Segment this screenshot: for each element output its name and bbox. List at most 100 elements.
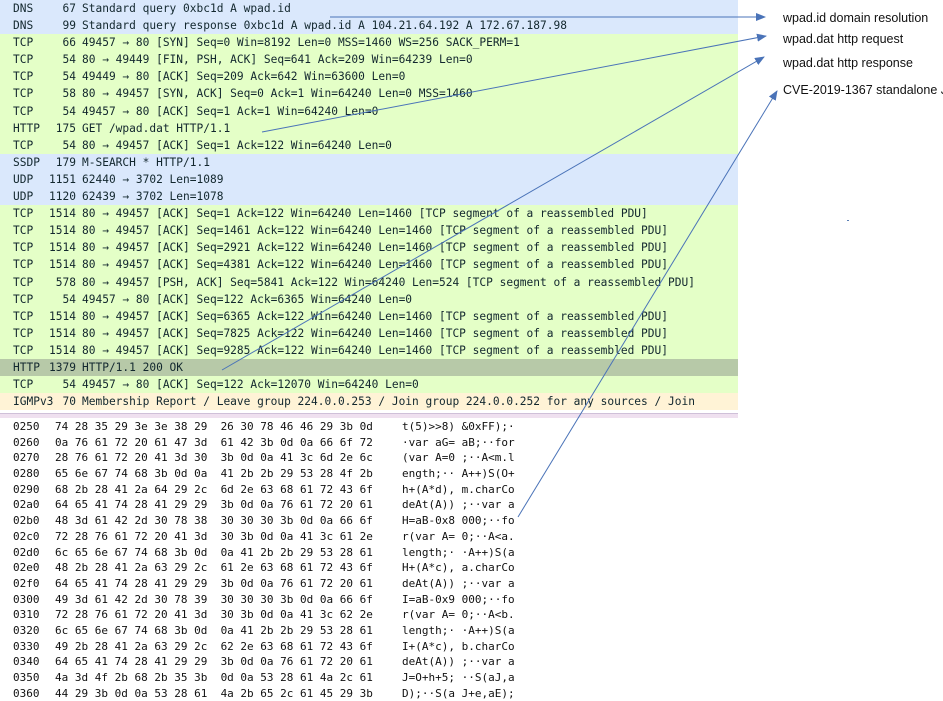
hex-ascii: h+(A*d), m.charCo bbox=[402, 482, 515, 496]
hex-row[interactable]: 0250 74 28 35 29 3e 3e 38 29 26 30 78 46 … bbox=[0, 419, 738, 435]
packet-protocol: TCP bbox=[13, 241, 34, 255]
packet-row[interactable]: DNS 99 Standard query response 0xbc1d A wp… bbox=[0, 17, 738, 35]
packet-row[interactable]: TCP 54 49457 → 80 [ACK] Seq=122 Ack=12070 … bbox=[0, 376, 738, 394]
packet-length: 1514 bbox=[49, 241, 76, 255]
hex-ascii: r(var A= 0;··A<b. bbox=[402, 608, 515, 622]
hex-row[interactable]: 0300 49 3d 61 42 2d 30 78 39 30 30 30 3b … bbox=[0, 592, 738, 608]
packet-protocol: HTTP bbox=[13, 360, 40, 374]
packet-row[interactable]: SSDP 179 M-SEARCH * HTTP/1.1 bbox=[0, 153, 738, 171]
packet-length: 58 bbox=[62, 87, 76, 101]
packet-length: 179 bbox=[55, 155, 76, 169]
packet-row[interactable]: IGMPv3 70 Membership Report / Leave group … bbox=[0, 393, 738, 411]
packet-row[interactable]: HTTP 1379 HTTP/1.1 200 OK bbox=[0, 358, 738, 377]
packet-info: 80 → 49457 [ACK] Seq=6365 Ack=122 Win=64… bbox=[82, 309, 668, 323]
annotation-http-request: wpad.dat http request bbox=[783, 32, 904, 46]
hex-row[interactable]: 0330 49 2b 28 41 2a 63 29 2c 62 2e 63 68 … bbox=[0, 639, 738, 655]
packet-row[interactable]: TCP 1514 80 → 49457 [ACK] Seq=1 Ack=122 Wi… bbox=[0, 205, 738, 223]
packet-length: 1514 bbox=[49, 343, 76, 357]
packet-length: 1514 bbox=[49, 224, 76, 238]
hex-row[interactable]: 0340 64 65 41 74 28 41 29 29 3b 0d 0a 76 … bbox=[0, 654, 738, 670]
packet-protocol: TCP bbox=[13, 326, 34, 340]
packet-row[interactable]: UDP 1151 62440 → 3702 Len=1089 bbox=[0, 170, 738, 189]
hex-offset: 0320 bbox=[13, 623, 40, 637]
packet-row[interactable]: TCP 54 80 → 49457 [ACK] Seq=1 Ack=122 Win=… bbox=[0, 136, 738, 154]
packet-info: 49457 → 80 [ACK] Seq=122 Ack=6365 Win=64… bbox=[82, 292, 413, 306]
packet-protocol: TCP bbox=[13, 53, 34, 67]
packet-row[interactable]: TCP 578 80 → 49457 [PSH, ACK] Seq=5841 Ack… bbox=[0, 273, 738, 291]
packet-info: GET /wpad.dat HTTP/1.1 bbox=[82, 121, 231, 135]
packet-protocol: TCP bbox=[13, 343, 34, 357]
packet-info: 80 → 49457 [ACK] Seq=1 Ack=122 Win=64240… bbox=[82, 138, 392, 152]
annotation-dns-resolution: wpad.id domain resolution bbox=[783, 11, 929, 25]
hex-row[interactable]: 02d0 6c 65 6e 67 74 68 3b 0d 0a 41 2b 2b … bbox=[0, 545, 738, 561]
packet-row[interactable]: TCP 54 80 → 49449 [FIN, PSH, ACK] Seq=641 … bbox=[0, 51, 738, 69]
packet-info: HTTP/1.1 200 OK bbox=[82, 360, 184, 374]
hex-row[interactable]: 0320 6c 65 6e 67 74 68 3b 0d 0a 41 2b 2b … bbox=[0, 623, 738, 639]
packet-row[interactable]: TCP 1514 80 → 49457 [ACK] Seq=4381 Ack=122… bbox=[0, 256, 738, 274]
packet-protocol: IGMPv3 bbox=[13, 395, 54, 409]
hex-row[interactable]: 0280 65 6e 67 74 68 3b 0d 0a 41 2b 2b 29 … bbox=[0, 466, 738, 482]
hex-bytes: 49 3d 61 42 2d 30 78 39 30 30 30 3b 0d 0… bbox=[55, 592, 373, 606]
hex-bytes: 64 65 41 74 28 41 29 29 3b 0d 0a 76 61 7… bbox=[55, 655, 373, 669]
hex-row[interactable]: 02c0 72 28 76 61 72 20 41 3d 30 3b 0d 0a … bbox=[0, 529, 738, 545]
packet-row[interactable]: TCP 1514 80 → 49457 [ACK] Seq=1461 Ack=122… bbox=[0, 222, 738, 240]
packet-list: DNS 67 Standard query 0xbc1d A wpad.id DNS 9… bbox=[0, 0, 738, 411]
packet-row[interactable]: TCP 54 49449 → 80 [ACK] Seq=209 Ack=642 Wi… bbox=[0, 68, 738, 86]
packet-protocol: TCP bbox=[13, 87, 34, 101]
hex-bytes: 6c 65 6e 67 74 68 3b 0d 0a 41 2b 2b 29 5… bbox=[55, 623, 373, 637]
packet-row[interactable]: TCP 54 49457 → 80 [ACK] Seq=1 Ack=1 Win=64… bbox=[0, 102, 738, 120]
packet-row[interactable]: TCP 1514 80 → 49457 [ACK] Seq=2921 Ack=122… bbox=[0, 239, 738, 257]
packet-row[interactable]: DNS 67 Standard query 0xbc1d A wpad.id bbox=[0, 0, 738, 18]
hex-row[interactable]: 0360 44 29 3b 0d 0a 53 28 61 4a 2b 65 2c … bbox=[0, 686, 738, 701]
packet-protocol: TCP bbox=[13, 378, 34, 392]
packet-info: 80 → 49457 [SYN, ACK] Seq=0 Ack=1 Win=64… bbox=[82, 87, 473, 101]
packet-info: Standard query 0xbc1d A wpad.id bbox=[82, 2, 291, 15]
packet-length: 54 bbox=[62, 104, 76, 118]
packet-protocol: SSDP bbox=[13, 155, 40, 169]
packet-info: 80 → 49457 [ACK] Seq=1 Ack=122 Win=64240… bbox=[82, 207, 648, 221]
hex-row[interactable]: 02a0 64 65 41 74 28 41 29 29 3b 0d 0a 76 … bbox=[0, 497, 738, 513]
packet-row[interactable]: TCP 58 80 → 49457 [SYN, ACK] Seq=0 Ack=1 W… bbox=[0, 85, 738, 103]
hex-row[interactable]: 02e0 48 2b 28 41 2a 63 29 2c 61 2e 63 68 … bbox=[0, 560, 738, 576]
hex-row[interactable]: 02b0 48 3d 61 42 2d 30 78 38 30 30 30 3b … bbox=[0, 513, 738, 529]
packet-length: 54 bbox=[62, 70, 76, 84]
hex-row[interactable]: 0260 0a 76 61 72 20 61 47 3d 61 42 3b 0d … bbox=[0, 435, 738, 451]
hex-row[interactable]: 0270 28 76 61 72 20 41 3d 30 3b 0d 0a 41 … bbox=[0, 450, 738, 466]
hex-ascii: length;· ·A++)S(a bbox=[402, 623, 515, 637]
packet-row[interactable]: UDP 1120 62439 → 3702 Len=1078 bbox=[0, 188, 738, 206]
packet-row[interactable]: TCP 1514 80 → 49457 [ACK] Seq=9285 Ack=122… bbox=[0, 341, 738, 359]
packet-protocol: UDP bbox=[13, 190, 34, 204]
packet-info: 80 → 49457 [ACK] Seq=2921 Ack=122 Win=64… bbox=[82, 241, 668, 255]
hex-row[interactable]: 0310 72 28 76 61 72 20 41 3d 30 3b 0d 0a … bbox=[0, 607, 738, 623]
packet-protocol: TCP bbox=[13, 292, 34, 306]
annotation-standalone-js: CVE-2019-1367 standalone JS bbox=[783, 83, 943, 97]
packet-info: 80 → 49457 [ACK] Seq=1461 Ack=122 Win=64… bbox=[82, 224, 668, 238]
packet-length: 1151 bbox=[49, 172, 76, 186]
pane-splitter[interactable] bbox=[0, 413, 738, 418]
packet-info: 80 → 49457 [ACK] Seq=7825 Ack=122 Win=64… bbox=[82, 326, 668, 340]
hex-offset: 0270 bbox=[13, 451, 40, 465]
packet-protocol: TCP bbox=[13, 138, 34, 152]
hex-offset: 0330 bbox=[13, 639, 40, 653]
packet-row[interactable]: HTTP 175 GET /wpad.dat HTTP/1.1 bbox=[0, 119, 738, 137]
packet-length: 1120 bbox=[49, 190, 76, 204]
packet-length: 1514 bbox=[49, 207, 76, 221]
stray-dot bbox=[847, 220, 849, 221]
hex-row[interactable]: 02f0 64 65 41 74 28 41 29 29 3b 0d 0a 76 … bbox=[0, 576, 738, 592]
packet-length: 67 bbox=[62, 2, 76, 15]
packet-info: 62440 → 3702 Len=1089 bbox=[82, 172, 224, 186]
hex-bytes: 64 65 41 74 28 41 29 29 3b 0d 0a 76 61 7… bbox=[55, 576, 373, 590]
hex-ascii: deAt(A)) ;··var a bbox=[402, 576, 515, 590]
packet-row[interactable]: TCP 1514 80 → 49457 [ACK] Seq=7825 Ack=122… bbox=[0, 324, 738, 342]
hex-bytes: 68 2b 28 41 2a 64 29 2c 6d 2e 63 68 61 7… bbox=[55, 482, 373, 496]
hex-row[interactable]: 0290 68 2b 28 41 2a 64 29 2c 6d 2e 63 68 … bbox=[0, 482, 738, 498]
hex-row[interactable]: 0350 4a 3d 4f 2b 68 2b 35 3b 0d 0a 53 28 … bbox=[0, 670, 738, 686]
packet-row[interactable]: TCP 66 49457 → 80 [SYN] Seq=0 Win=8192 Len… bbox=[0, 34, 738, 52]
packet-length: 54 bbox=[62, 53, 76, 67]
packet-row[interactable]: TCP 54 49457 → 80 [ACK] Seq=122 Ack=6365 W… bbox=[0, 290, 738, 308]
packet-protocol: TCP bbox=[13, 70, 34, 84]
packet-info: Membership Report / Leave group 224.0.0.… bbox=[82, 395, 695, 409]
packet-protocol: TCP bbox=[13, 309, 34, 323]
packet-row[interactable]: TCP 1514 80 → 49457 [ACK] Seq=6365 Ack=122… bbox=[0, 307, 738, 325]
hex-bytes: 74 28 35 29 3e 3e 38 29 26 30 78 46 46 2… bbox=[55, 420, 373, 433]
